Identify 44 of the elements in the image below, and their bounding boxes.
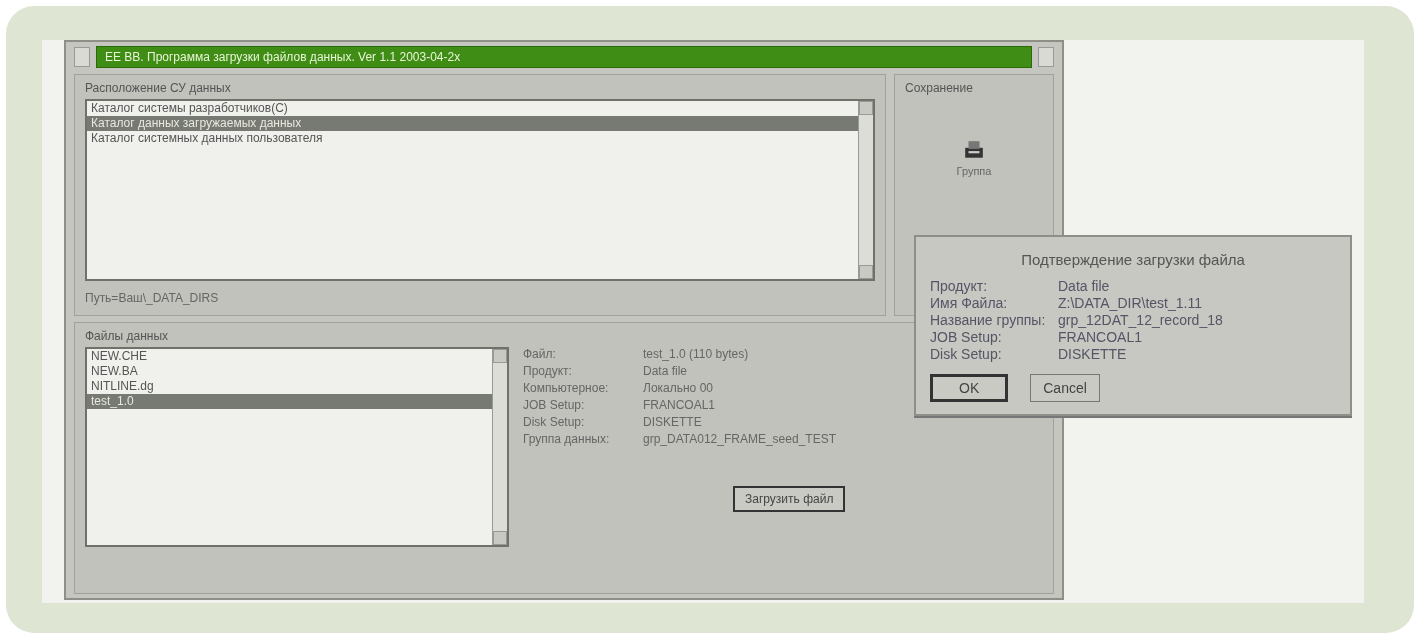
dialog-value: DISKETTE — [1058, 346, 1127, 362]
window-close-button[interactable] — [1038, 47, 1054, 67]
detail-label: Disk Setup: — [523, 415, 585, 429]
dialog-value: Z:\DATA_DIR\test_1.11 — [1058, 295, 1202, 311]
dialog-label: Продукт: — [930, 278, 989, 294]
dialog-value: grp_12DAT_12_record_18 — [1058, 312, 1223, 328]
detail-value: test_1.0 (110 bytes) — [643, 347, 749, 361]
detail-label: Продукт: — [523, 364, 572, 378]
list-item[interactable]: NITLINE.dg — [87, 379, 492, 394]
dialog-label: Имя Файла: — [930, 295, 1009, 311]
group-label: Файлы данных — [85, 329, 168, 343]
scrollbar[interactable] — [858, 101, 873, 279]
load-file-button[interactable]: Загрузить файл — [733, 486, 846, 512]
icon-caption: Группа — [956, 165, 992, 177]
group-label: Расположение СУ данных — [85, 81, 231, 95]
group-label: Сохранение — [905, 81, 973, 95]
dialog-label: JOB Setup: — [930, 329, 1003, 345]
path-text: Путь=Ваш\_DATA_DIRS — [85, 291, 219, 305]
dialog-value: FRANCOAL1 — [1058, 329, 1143, 345]
list-item[interactable]: Каталог системных данных пользователя — [87, 131, 858, 146]
window-menu-button[interactable] — [74, 47, 90, 67]
dialog-label: Название группы: — [930, 312, 1047, 328]
dialog-label: Disk Setup: — [930, 346, 1003, 362]
detail-value: grp_DATA012_FRAME_seed_TEST — [643, 432, 836, 446]
printer-icon[interactable] — [963, 139, 985, 161]
detail-value: Data file — [643, 364, 688, 378]
scrollbar[interactable] — [492, 349, 507, 545]
detail-value: DISKETTE — [643, 415, 702, 429]
detail-label: Группа данных: — [523, 432, 610, 446]
detail-label: Компьютерное: — [523, 381, 609, 395]
detail-value: Локально 00 — [643, 381, 713, 395]
list-item[interactable]: Каталог системы разработчиков(С) — [87, 101, 858, 116]
list-item[interactable]: Каталог данных загружаемых данных — [87, 116, 858, 131]
list-item[interactable]: NEW.BA — [87, 364, 492, 379]
cancel-button[interactable]: Cancel — [1030, 374, 1100, 402]
detail-label: JOB Setup: — [523, 398, 585, 412]
window-title: ЕЕ ВВ. Программа загрузки файлов данных. Ver 1.1 2003-04-2x — [96, 46, 1032, 68]
detail-label: Файл: — [523, 347, 556, 361]
list-item[interactable]: NEW.CHE — [87, 349, 492, 364]
dialog-value: Data file — [1058, 278, 1110, 294]
list-item[interactable]: test_1.0 — [87, 394, 492, 409]
detail-value: FRANCOAL1 — [643, 398, 716, 412]
ok-button[interactable]: OK — [930, 374, 1009, 402]
dialog-title: Подтверждение загрузки файла — [1020, 251, 1246, 268]
